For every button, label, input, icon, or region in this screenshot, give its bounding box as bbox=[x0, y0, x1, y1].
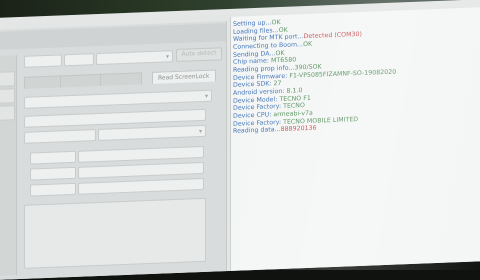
model-select[interactable]: ▾ bbox=[24, 89, 212, 109]
sidebar-item-1[interactable] bbox=[0, 71, 15, 87]
log-line-label: Reading data... bbox=[233, 126, 281, 136]
log-line-value: 27 bbox=[273, 80, 282, 88]
tab-read-screenlock-label: Read ScreenLock bbox=[158, 72, 210, 82]
tab-1[interactable] bbox=[24, 75, 62, 89]
chevron-down-icon: ▾ bbox=[198, 128, 202, 136]
info-field-2a[interactable] bbox=[24, 129, 96, 144]
info-field-3a[interactable] bbox=[30, 150, 76, 165]
tab-2[interactable] bbox=[60, 73, 102, 88]
large-panel bbox=[24, 197, 206, 269]
auto-detect-label: Auto detect bbox=[181, 49, 217, 58]
monitor-screen: ▾ Auto detect Read ScreenLock ▾ ▾ Settin… bbox=[0, 0, 480, 280]
tool-window: ▾ Auto detect Read ScreenLock ▾ ▾ bbox=[0, 21, 227, 280]
baud-select[interactable] bbox=[64, 53, 94, 67]
info-field-4b[interactable] bbox=[78, 161, 204, 179]
chevron-down-icon: ▾ bbox=[165, 53, 169, 61]
device-select[interactable]: ▾ bbox=[96, 50, 173, 66]
tool-topbar bbox=[0, 23, 226, 50]
log-lines: Setting up...OK Loading files...OK Waiting… bbox=[233, 15, 396, 136]
log-panel: Setting up...OK Loading files...OK Waiting… bbox=[230, 7, 480, 271]
chevron-down-icon: ▾ bbox=[204, 92, 208, 100]
sidebar-item-3[interactable] bbox=[0, 105, 15, 121]
log-line-value: Detected (COM30) bbox=[303, 31, 362, 41]
port-select[interactable] bbox=[24, 54, 62, 68]
sidebar-item-2[interactable] bbox=[0, 88, 15, 104]
info-field-5b[interactable] bbox=[78, 177, 204, 195]
tab-3[interactable] bbox=[100, 72, 142, 86]
auto-detect-button[interactable]: Auto detect bbox=[176, 47, 222, 63]
log-line-value: TECNO bbox=[283, 102, 305, 111]
info-field-5a[interactable] bbox=[30, 182, 76, 197]
info-field-3b[interactable] bbox=[78, 145, 204, 163]
log-line-value: TECNO F1 bbox=[279, 94, 311, 103]
info-field-2b[interactable]: ▾ bbox=[98, 124, 206, 142]
log-line-value: 8.1.0 bbox=[286, 87, 303, 95]
log-line-value: OK bbox=[275, 49, 285, 57]
log-line-value: OK bbox=[303, 40, 313, 49]
log-line-value: OK bbox=[271, 18, 281, 27]
tab-read-screenlock[interactable]: Read ScreenLock bbox=[152, 69, 216, 84]
log-line-value: OK bbox=[278, 26, 288, 34]
log-line-value: 888920136 bbox=[280, 124, 317, 134]
info-field-4a[interactable] bbox=[30, 166, 76, 181]
left-sidebar bbox=[0, 55, 17, 277]
